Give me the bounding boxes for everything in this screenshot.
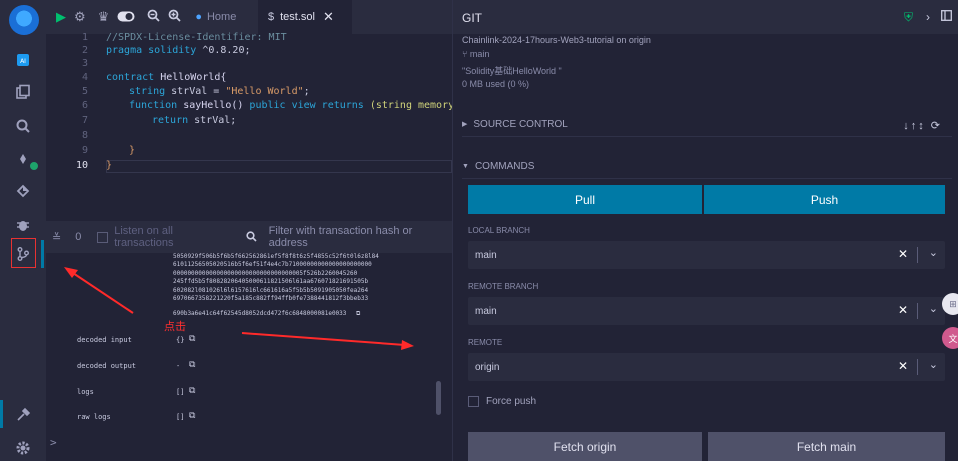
verified-shield-icon: ⛨: [904, 10, 914, 24]
annotation-arrow-left: [69, 270, 134, 314]
clear-icon[interactable]: ✕: [898, 359, 908, 373]
remote-label: REMOTE: [468, 338, 503, 347]
select-separator: [917, 303, 918, 319]
source-control-section[interactable]: ▶ SOURCE CONTROL ↓↑↕ ⟳: [462, 112, 952, 137]
pull-button[interactable]: Pull: [468, 185, 702, 214]
expand-icon: ▶: [462, 121, 468, 128]
remote-branch-select[interactable]: main ✕ ⌄: [468, 297, 945, 325]
remote-select[interactable]: origin ✕ ⌄: [468, 353, 945, 381]
local-branch-select[interactable]: main ✕ ⌄: [468, 241, 945, 269]
chevron-down-icon[interactable]: ⌄: [929, 358, 938, 371]
git-panel-header: GIT ⛨ ›: [453, 0, 958, 34]
commands-section[interactable]: ▼ COMMANDS: [462, 154, 952, 179]
panel-title: GIT: [462, 11, 482, 25]
branch-icon: ⑂: [462, 49, 468, 59]
select-value: main: [475, 249, 497, 261]
source-control-actions[interactable]: ↓↑↕ ⟳: [903, 119, 942, 132]
select-separator: [917, 247, 918, 263]
last-commit: "Solidity基础HelloWorld ": [462, 66, 562, 76]
current-branch: main: [469, 49, 490, 59]
force-push-option[interactable]: Force push: [468, 396, 536, 407]
clear-icon[interactable]: ✕: [898, 303, 908, 317]
select-value: main: [475, 305, 497, 317]
push-button[interactable]: Push: [704, 185, 945, 214]
floating-translate-icon[interactable]: 文: [942, 327, 958, 349]
fetch-main-button[interactable]: Fetch main: [708, 432, 945, 461]
divider: [462, 178, 952, 179]
annotation-text: 点击: [164, 321, 186, 333]
collapse-icon: ▼: [462, 163, 469, 170]
clear-icon[interactable]: ✕: [898, 247, 908, 261]
branch-indicator: ⑂ main: [462, 49, 489, 59]
git-panel: GIT ⛨ › Chainlink-2024-17hours-Web3-tuto…: [452, 0, 958, 461]
panel-toggle-icon[interactable]: [941, 10, 952, 24]
chevron-right-icon[interactable]: ›: [926, 10, 930, 24]
chevron-down-icon[interactable]: ⌄: [929, 246, 938, 259]
annotation-arrowhead-left: [64, 267, 78, 278]
select-separator: [917, 359, 918, 375]
floating-grid-icon[interactable]: ⊞: [942, 293, 958, 315]
select-value: origin: [475, 361, 500, 373]
force-push-checkbox[interactable]: [468, 396, 479, 407]
section-title: COMMANDS: [474, 161, 535, 172]
remote-branch-label: REMOTE BRANCH: [468, 282, 539, 291]
storage-usage: 0 MB used (0 %): [462, 79, 530, 89]
repo-status: Chainlink-2024-17hours-Web3-tutorial on …: [462, 35, 651, 45]
section-title: SOURCE CONTROL: [473, 118, 568, 130]
force-push-label: Force push: [486, 396, 537, 407]
annotation-arrow-right: [241, 332, 406, 346]
chevron-down-icon[interactable]: ⌄: [929, 302, 938, 315]
fetch-origin-button[interactable]: Fetch origin: [468, 432, 702, 461]
annotation-arrowhead-right: [401, 340, 414, 350]
local-branch-label: LOCAL BRANCH: [468, 226, 530, 235]
